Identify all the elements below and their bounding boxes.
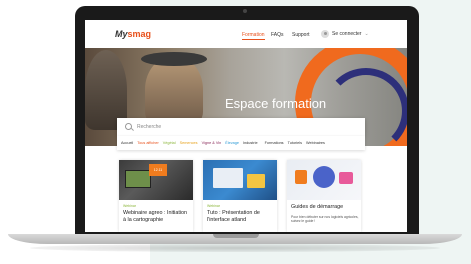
nav-link-formation[interactable]: Formation: [242, 32, 265, 40]
card-thumbnail: 12.11: [119, 160, 193, 200]
laptop-screen: Mysmag Formation FAQs Support Se connect…: [85, 20, 407, 232]
search-bar: [117, 118, 365, 136]
laptop-notch: [213, 234, 259, 238]
nav-link-support[interactable]: Support: [292, 32, 310, 38]
hero-hat: [141, 52, 207, 66]
card-title: Tuto : Présentation de l'interface atlan…: [207, 210, 260, 223]
filter-webinaires[interactable]: Webinaires: [306, 141, 325, 145]
card-title: Webinaire agreo : Initiation à la cartog…: [123, 210, 188, 223]
camera-icon: [243, 9, 247, 13]
illustration-circle: [313, 166, 335, 188]
hero-title: Espace formation: [225, 96, 327, 111]
card-thumbnail: [287, 160, 361, 200]
illustration-block: [295, 170, 307, 184]
mysmag-logo[interactable]: Mysmag: [115, 29, 151, 39]
filter-vigne-vin[interactable]: Vigne & Vin: [202, 141, 222, 145]
filter-formations[interactable]: Formations: [265, 141, 284, 145]
top-navbar: Mysmag Formation FAQs Support Se connect…: [85, 20, 407, 48]
card-description: Pour bien débuter sur nos logiciels agri…: [291, 215, 359, 224]
login-label: Se connecter: [332, 31, 362, 37]
nav-link-faqs[interactable]: FAQs: [271, 32, 284, 38]
chevron-down-icon: ⌄: [364, 31, 369, 37]
filter-vegetal[interactable]: Végétal: [163, 141, 176, 145]
course-card[interactable]: Webinar Tuto : Présentation de l'interfa…: [203, 160, 277, 232]
search-icon[interactable]: [125, 123, 132, 130]
tablet-illustration: [247, 174, 265, 188]
filter-tutoriels[interactable]: Tutoriels: [288, 141, 302, 145]
user-icon: [321, 30, 329, 38]
search-input[interactable]: [137, 121, 357, 133]
login-button[interactable]: Se connecter ⌄: [321, 29, 369, 39]
laptop-shadow: [30, 244, 440, 252]
card-thumbnail: [203, 160, 277, 200]
course-card[interactable]: Guides de démarrage Pour bien débuter su…: [287, 160, 361, 232]
filter-tous-afficher[interactable]: Tous afficher: [137, 141, 158, 145]
filter-accueil[interactable]: Accueil: [121, 141, 133, 145]
illustration-block: [339, 172, 353, 184]
filter-industrie[interactable]: Industrie: [243, 141, 258, 145]
card-tag: Webinar: [207, 204, 220, 208]
hero-person-center: [145, 56, 203, 126]
date-badge: 12.11: [149, 164, 167, 176]
course-card[interactable]: 12.11 Webinar Webinaire agreo : Initiati…: [119, 160, 193, 232]
screen-illustration: [213, 168, 243, 188]
monitor-map-image: [125, 170, 151, 188]
category-filters: Accueil Tous afficher Végétal Semences V…: [117, 136, 365, 150]
card-title: Guides de démarrage: [291, 204, 344, 210]
card-tag: Webinar: [123, 204, 136, 208]
filter-semences[interactable]: Semences: [180, 141, 198, 145]
filter-elevage[interactable]: Élevage: [225, 141, 239, 145]
